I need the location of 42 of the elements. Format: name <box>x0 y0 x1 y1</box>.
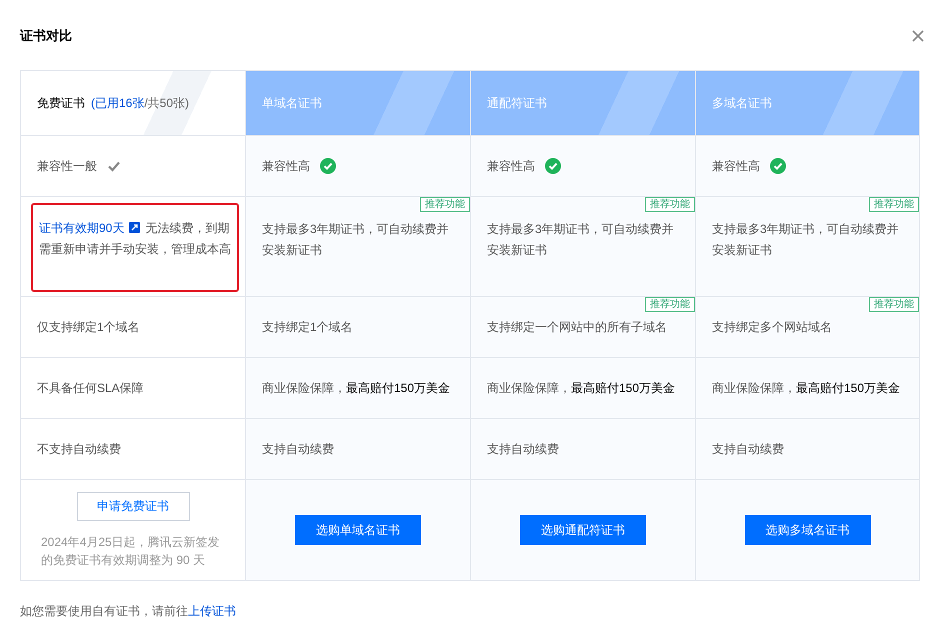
cell-text: 支持绑定一个网站中的所有子域名 <box>487 318 667 336</box>
recommended-tag: 推荐功能 <box>645 297 695 312</box>
footer-text: 如您需要使用自有证书，请前往 <box>20 604 188 618</box>
quota-count: /共50张) <box>144 94 190 112</box>
cell-text: 仅支持绑定1个域名 <box>37 318 140 336</box>
dialog-title: 证书对比 <box>20 27 72 45</box>
cell-text: 商业保险保障，最高赔付150万美金 <box>487 380 676 396</box>
validity-link[interactable]: 证书有效期90天 <box>39 221 124 235</box>
cell-text: 支持自动续费 <box>262 440 334 458</box>
cell-text: 兼容性高 <box>712 158 760 174</box>
apply-button[interactable]: 申请免费证书 <box>76 492 190 520</box>
purchase-button[interactable]: 选购多域名证书 <box>744 515 870 545</box>
cell-text: 兼容性高 <box>262 158 310 174</box>
cell-text: 证书有效期90天 无法续费，到期需重新申请并手动安装，管理成本高 <box>39 220 231 258</box>
cell-text: 支持绑定多个网站域名 <box>712 318 832 336</box>
recommended-tag: 推荐功能 <box>869 297 919 312</box>
cell-text: 支持最多3年期证书，可自动续费并安装新证书 <box>262 221 450 259</box>
cell-text: 商业保险保障，最高赔付150万美金 <box>262 380 450 396</box>
cell-text: 不支持自动续费 <box>37 440 121 458</box>
purchase-button[interactable]: 选购单域名证书 <box>295 515 421 545</box>
usage-count: (已用16张 <box>91 94 144 112</box>
purchase-button[interactable]: 选购通配符证书 <box>520 515 646 545</box>
column-title: 单域名证书 <box>262 94 322 112</box>
column-title: 免费证书 <box>37 94 85 112</box>
recommended-tag: 推荐功能 <box>645 197 695 212</box>
external-link-icon <box>129 222 140 233</box>
cell-text: 兼容性一般 <box>37 158 97 174</box>
column-title: 通配符证书 <box>487 94 547 112</box>
cell-text: 支持自动续费 <box>712 440 784 458</box>
notice-text: 2024年4月25日起，腾讯云新签发的免费证书有效期调整为 90 天 <box>40 534 221 568</box>
cell-text: 支持自动续费 <box>487 440 559 458</box>
recommended-tag: 推荐功能 <box>869 197 919 212</box>
cell-text: 兼容性高 <box>487 158 535 174</box>
recommended-tag: 推荐功能 <box>420 197 470 212</box>
cell-text: 不具备任何SLA保障 <box>37 380 144 396</box>
cell-text: 商业保险保障，最高赔付150万美金 <box>712 380 900 396</box>
cell-text: 支持最多3年期证书，可自动续费并安装新证书 <box>712 221 900 259</box>
cell-text: 支持最多3年期证书，可自动续费并安装新证书 <box>487 221 675 259</box>
close-icon[interactable] <box>911 29 925 43</box>
upload-link[interactable]: 上传证书 <box>188 604 236 618</box>
column-title: 多域名证书 <box>712 94 772 112</box>
cell-text: 支持绑定1个域名 <box>262 318 353 336</box>
